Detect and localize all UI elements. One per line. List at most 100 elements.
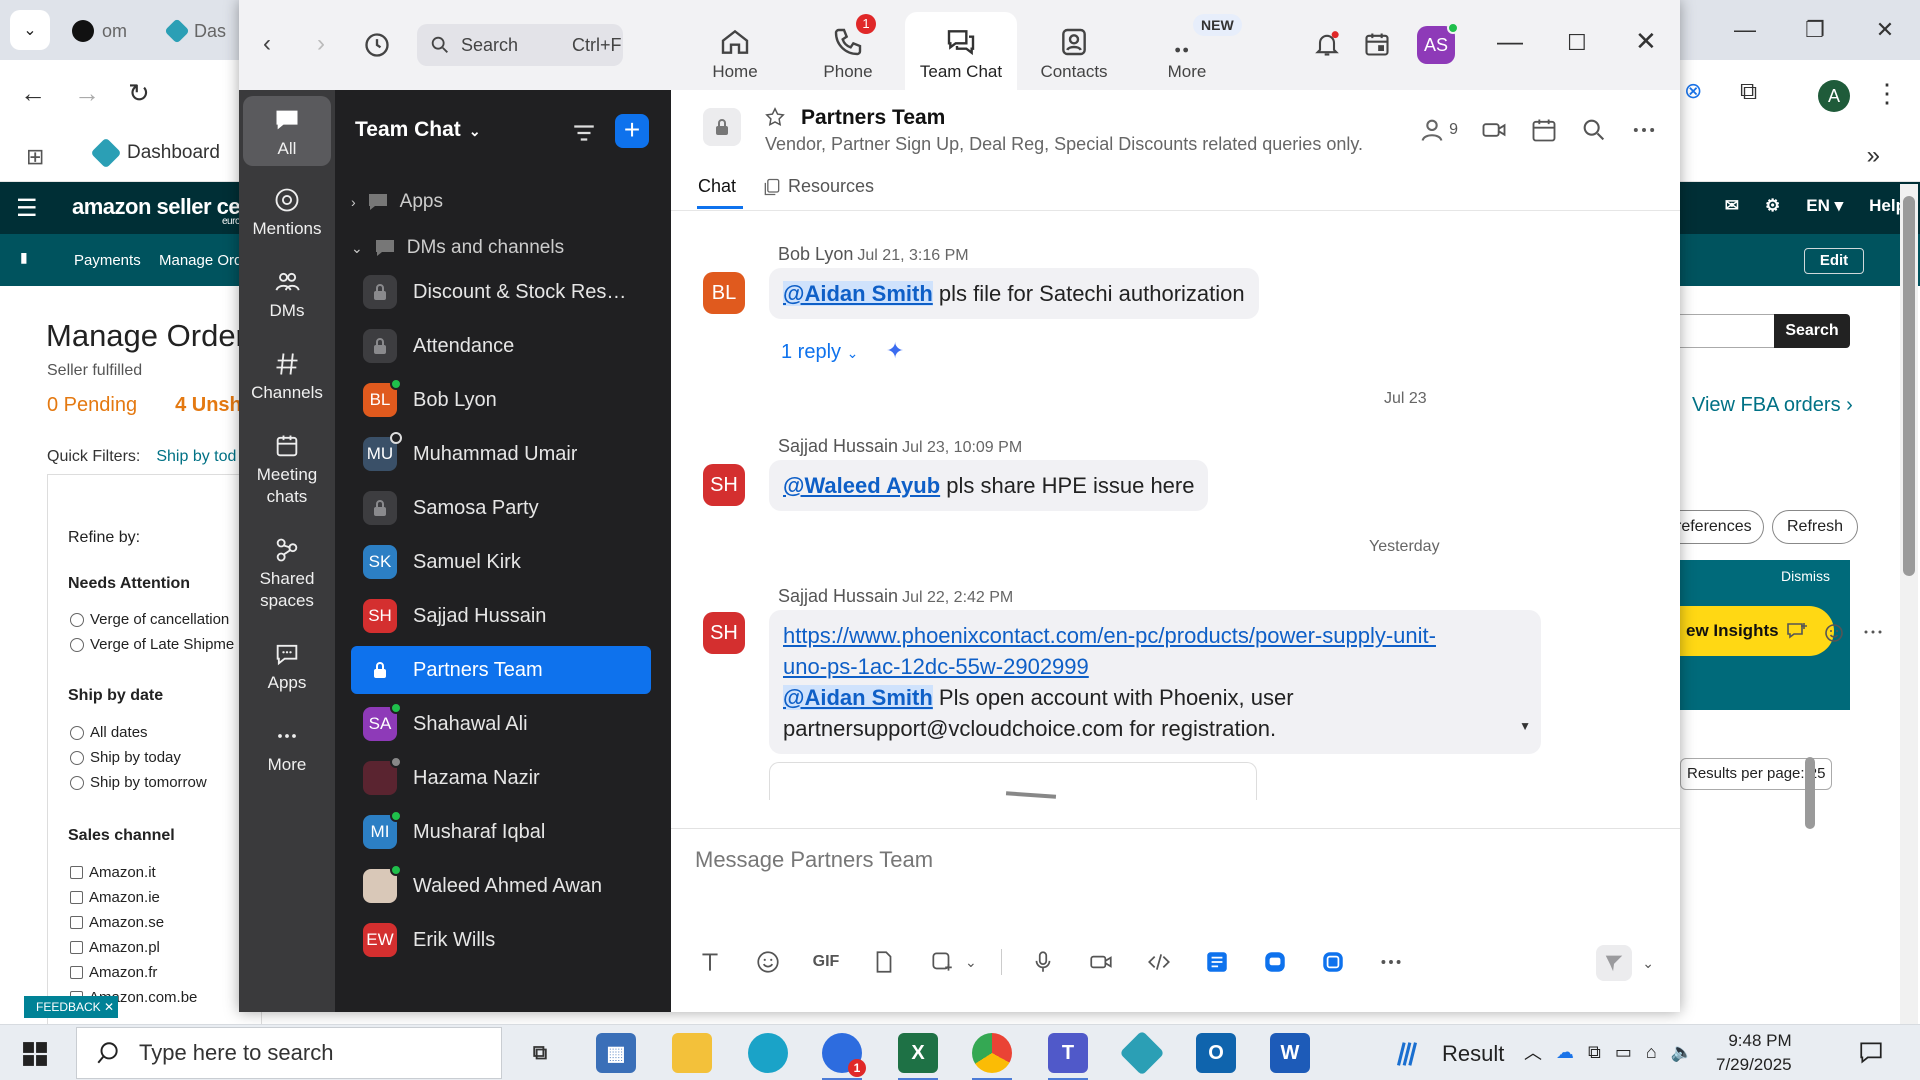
edit-nav-button[interactable]: Edit [1804, 248, 1864, 274]
chat-item-samuel-kirk[interactable]: SK Samuel Kirk [351, 538, 651, 586]
close-icon[interactable]: ✕ [1635, 26, 1657, 57]
battery-icon[interactable]: ▭ [1615, 1042, 1632, 1063]
conversation-scrollbar[interactable] [1805, 297, 1815, 889]
file-icon[interactable] [867, 945, 901, 979]
replies-toggle[interactable]: 1 reply ⌄ ✦ [781, 338, 904, 364]
radio-verge-cancellation[interactable]: Verge of cancellation [70, 611, 229, 628]
notifications-icon[interactable] [1858, 1039, 1884, 1065]
microphone-icon[interactable] [1026, 945, 1060, 979]
rail-dms[interactable]: DMs [243, 268, 331, 322]
expand-caret-icon[interactable]: ▼ [1519, 711, 1531, 742]
user-avatar[interactable]: AS [1417, 22, 1459, 64]
chat-item-waleed-ahmed-awan[interactable]: Waleed Ahmed Awan [351, 862, 651, 910]
tab-home[interactable]: Home [679, 12, 791, 90]
rail-channels[interactable]: Channels [243, 350, 331, 404]
message-input[interactable]: Message Partners Team [695, 847, 933, 873]
chevron-down-icon[interactable]: ⌄ [1642, 955, 1654, 972]
clock[interactable]: 9:48 PM 7/29/2025 [1716, 1029, 1792, 1077]
minimize-icon[interactable]: — [1710, 0, 1780, 60]
checkbox-amazon-pl[interactable]: Amazon.pl [70, 939, 160, 956]
avatar[interactable]: SH [703, 464, 745, 506]
rail-more[interactable]: More [243, 722, 331, 776]
extension-icon[interactable]: ⊗ [1684, 78, 1702, 104]
feedback-button[interactable]: FEEDBACK ✕ [24, 996, 118, 1018]
dashboard-app-icon[interactable] [1119, 1030, 1165, 1076]
browser-tab-2[interactable]: Das [164, 14, 226, 48]
tab-search-dropdown[interactable]: ⌄ [10, 10, 50, 50]
gif-icon[interactable]: GIF [809, 945, 843, 979]
radio-ship-tomorrow[interactable]: Ship by tomorrow [70, 774, 207, 791]
apps-grid-icon[interactable]: ⊞ [26, 144, 44, 170]
excel-icon[interactable]: X [898, 1033, 938, 1080]
avatar[interactable]: SH [703, 612, 745, 654]
screenshot-icon[interactable] [925, 945, 959, 979]
nav-manage-orders[interactable]: Manage Ord [159, 252, 242, 269]
emoji-icon[interactable] [751, 945, 785, 979]
back-icon[interactable]: ← [20, 78, 46, 109]
maximize-icon[interactable]: ☐ [1567, 30, 1587, 56]
chevron-down-icon[interactable]: ⌄ [965, 954, 977, 971]
send-button[interactable] [1596, 945, 1633, 981]
rail-apps[interactable]: Apps [243, 640, 331, 694]
tab-resources[interactable]: Resources [762, 176, 874, 197]
ai-sparkle-icon[interactable]: ✦ [886, 338, 904, 363]
rail-all[interactable]: All [243, 96, 331, 166]
tab-contacts[interactable]: Contacts [1018, 12, 1130, 90]
forward-icon[interactable]: → [74, 78, 100, 109]
members-button[interactable]: 9 [1418, 116, 1458, 144]
page-scrollbar[interactable] [1900, 184, 1918, 1024]
rail-mentions[interactable]: Mentions [243, 186, 331, 240]
recording-icon[interactable]: ⧉ [1588, 1042, 1601, 1063]
chat-item-samosa-party[interactable]: Samosa Party [351, 484, 651, 532]
star-icon[interactable] [764, 106, 786, 128]
format-text-icon[interactable] [693, 945, 727, 979]
rail-shared-spaces[interactable]: Shared spaces [243, 536, 331, 612]
section-apps[interactable]: › Apps [351, 190, 443, 214]
chat-item-bob-lyon[interactable]: BL Bob Lyon [351, 376, 651, 424]
browser-menu-icon[interactable]: ⋮ [1874, 78, 1900, 109]
tab-more[interactable]: More NEW [1131, 12, 1243, 90]
tab-unshipped[interactable]: 4 Unsh [175, 394, 242, 417]
nav-payments[interactable]: Payments [74, 252, 141, 269]
bell-icon[interactable] [1313, 30, 1341, 58]
app-whiteboard-icon[interactable] [1258, 945, 1292, 979]
calendar-icon[interactable] [1363, 30, 1391, 58]
mention[interactable]: @Aidan Smith [783, 281, 933, 306]
minimize-icon[interactable]: — [1497, 26, 1523, 57]
restore-icon[interactable]: ❐ [1780, 0, 1850, 60]
tab-pending[interactable]: 0 Pending [47, 394, 137, 417]
video-message-icon[interactable] [1084, 945, 1118, 979]
avatar[interactable]: BL [703, 272, 745, 314]
team-chat-dropdown[interactable]: Team Chat ⌄ [355, 118, 481, 142]
calculator-icon[interactable]: ▦ [596, 1033, 636, 1073]
link-preview-image[interactable] [769, 762, 1257, 800]
refresh-button[interactable]: Refresh [1772, 510, 1859, 544]
checkbox-amazon-fr[interactable]: Amazon.fr [70, 964, 157, 981]
extensions-puzzle-icon[interactable]: ⧉ [1740, 78, 1757, 106]
calendar-icon[interactable] [1530, 116, 1558, 144]
volume-icon[interactable]: 🔈 [1671, 1042, 1693, 1063]
chat-item-musharaf-iqbal[interactable]: MI Musharaf Iqbal [351, 808, 651, 856]
bookmark-icon[interactable]: ▮ [20, 249, 28, 266]
new-chat-button[interactable]: + [615, 114, 649, 148]
emoji-react-icon[interactable] [1823, 620, 1847, 644]
radio-verge-late[interactable]: Verge of Late Shipme [70, 636, 234, 653]
channel-title[interactable]: Partners Team [801, 106, 945, 130]
taskbar-search-input[interactable]: Type here to search [76, 1027, 502, 1079]
back-icon[interactable]: ‹ [263, 30, 271, 58]
zoom-search-input[interactable]: Search Ctrl+F [417, 24, 623, 66]
bookmarks-overflow-icon[interactable]: » [1867, 142, 1880, 170]
file-explorer-icon[interactable] [672, 1033, 712, 1073]
tab-phone[interactable]: Phone 1 [792, 12, 904, 90]
chat-item-partners-team[interactable]: Partners Team [351, 646, 651, 694]
gear-icon[interactable]: ⚙ [1765, 196, 1780, 216]
word-icon[interactable]: W [1270, 1033, 1310, 1073]
history-icon[interactable] [363, 31, 391, 59]
checkbox-amazon-ie[interactable]: Amazon.ie [70, 889, 160, 906]
order-search-input[interactable] [1674, 314, 1774, 348]
tab-team-chat[interactable]: Team Chat [905, 12, 1017, 90]
checkbox-amazon-it[interactable]: Amazon.it [70, 864, 156, 881]
mention[interactable]: @Waleed Ayub [783, 473, 940, 498]
reload-icon[interactable]: ↻ [128, 78, 150, 109]
language-selector[interactable]: EN ▾ [1806, 196, 1843, 216]
